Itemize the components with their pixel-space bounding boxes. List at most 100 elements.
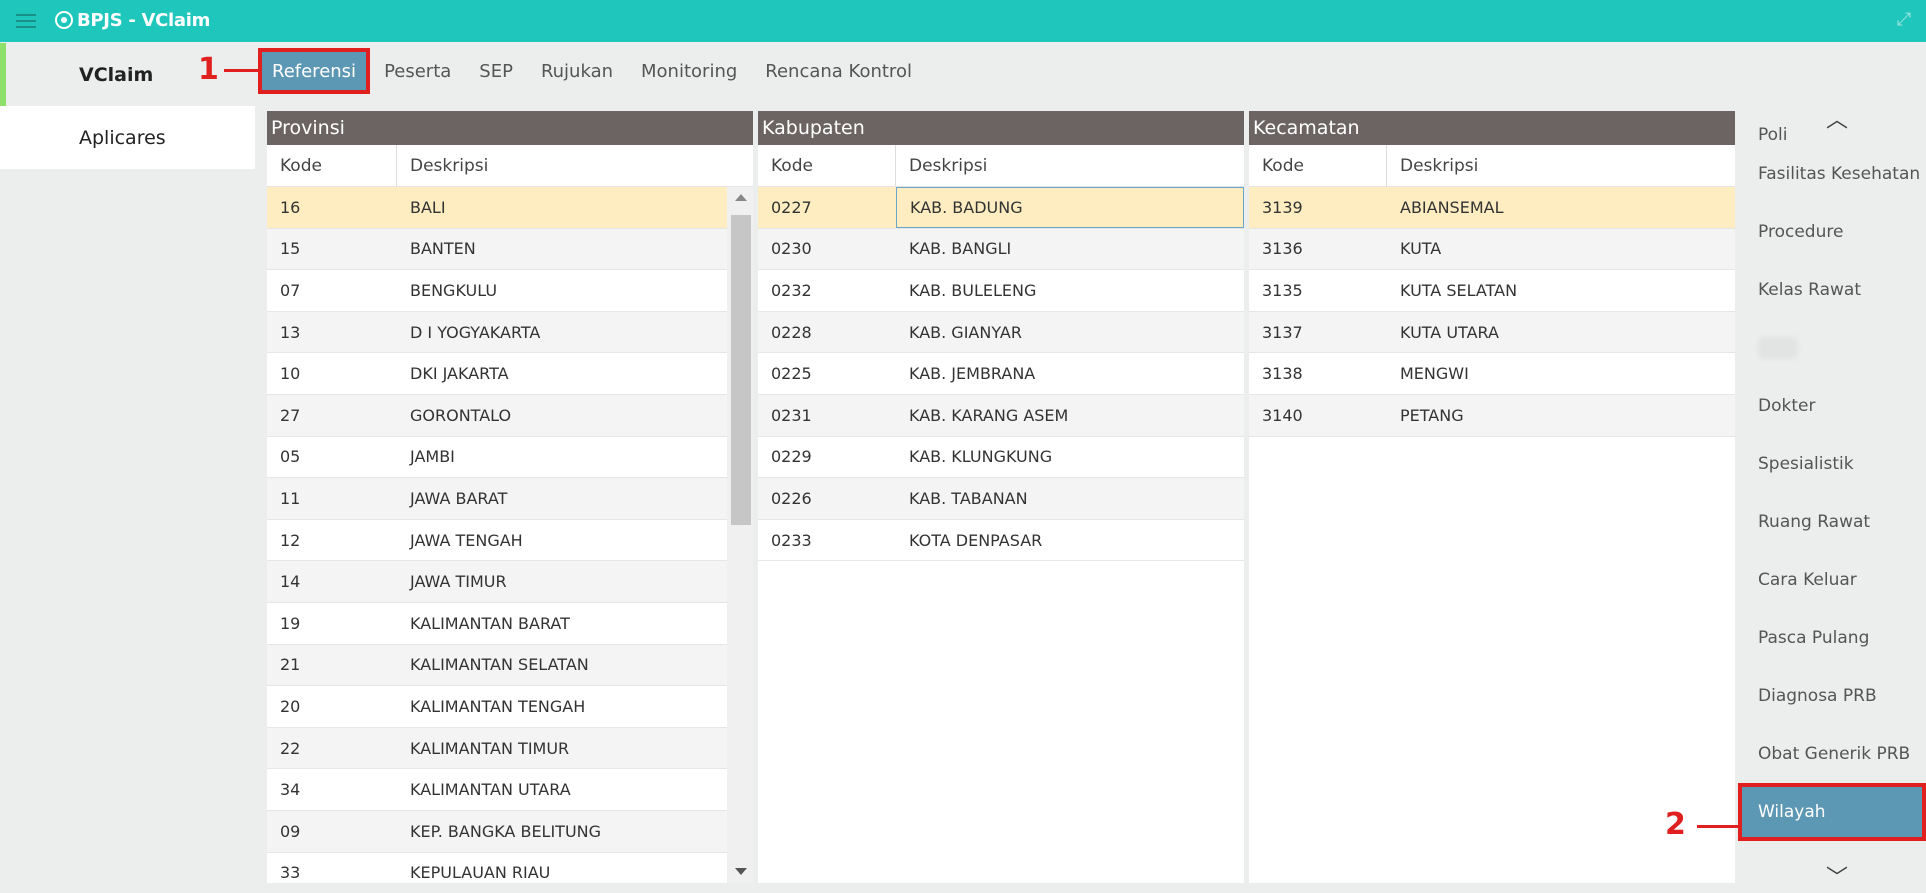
provinsi-list: 16 BALI 15 BANTEN 07 BENGKULU 13 D I YOGYAKARTA…	[267, 187, 753, 883]
cell-kode: 0233	[771, 530, 812, 550]
table-row[interactable]: 0230 KAB. BANGLI	[758, 228, 1244, 271]
app-title: BPJS - VClaim	[77, 10, 211, 31]
cell-kode: 3137	[1262, 322, 1303, 342]
table-row[interactable]: 3140 PETANG	[1249, 394, 1735, 437]
table-row[interactable]: 3137 KUTA UTARA	[1249, 311, 1735, 354]
cell-deskripsi: GORONTALO	[410, 405, 512, 425]
table-row[interactable]: 15 BANTEN	[267, 228, 727, 271]
menu-item-fasilitas-kesehatan[interactable]: Fasilitas Kesehatan	[1738, 145, 1926, 203]
table-row[interactable]: 0231 KAB. KARANG ASEM	[758, 394, 1244, 437]
table-row[interactable]: 3136 KUTA	[1249, 228, 1735, 271]
cell-kode: 0225	[771, 364, 812, 384]
table-row[interactable]: 0227 KAB. BADUNG	[758, 187, 1244, 229]
chevron-down-icon[interactable]: ﹀	[1826, 860, 1848, 892]
cell-deskripsi: KUTA UTARA	[1400, 322, 1499, 342]
table-row[interactable]: 3135 KUTA SELATAN	[1249, 270, 1735, 312]
table-row[interactable]: 21 KALIMANTAN SELATAN	[267, 644, 727, 687]
cell-deskripsi: ABIANSEMAL	[1400, 197, 1504, 217]
table-row[interactable]: 0229 KAB. KLUNGKUNG	[758, 437, 1244, 479]
menu-item-dokter[interactable]: Dokter	[1738, 377, 1926, 435]
table-row[interactable]: 09 KEP. BANGKA BELITUNG	[267, 810, 727, 853]
scrollbar-thumb[interactable]	[731, 215, 751, 525]
cell-deskripsi: KALIMANTAN SELATAN	[410, 655, 589, 675]
tab-referensi[interactable]: Referensi	[258, 48, 371, 94]
table-row[interactable]: 3138 MENGWI	[1249, 353, 1735, 395]
cell-deskripsi: KAB. TABANAN	[909, 488, 1028, 508]
table-row[interactable]: 34 KALIMANTAN UTARA	[267, 769, 727, 811]
kabupaten-list: 0227 KAB. BADUNG 0230 KAB. BANGLI 0232 KAB. B…	[758, 187, 1244, 883]
menu-item-spesialistik[interactable]: Spesialistik	[1738, 435, 1926, 493]
menu-item-poli[interactable]: Poli	[1738, 107, 1926, 145]
table-row[interactable]: 33 KEPULAUAN RIAU	[267, 853, 727, 884]
table-row[interactable]: 14 JAWA TIMUR	[267, 561, 727, 603]
cell-kode: 3138	[1262, 364, 1303, 384]
kecamatan-column-headers: Kode Deskripsi	[1249, 145, 1735, 187]
cell-deskripsi: PETANG	[1400, 405, 1464, 425]
column-deskripsi[interactable]: Deskripsi	[1387, 145, 1735, 186]
tab-sep[interactable]: SEP	[465, 48, 527, 94]
menu-item-wilayah[interactable]: Wilayah	[1738, 783, 1926, 841]
table-row[interactable]: 0232 KAB. BULELENG	[758, 270, 1244, 312]
provinsi-column-headers: Kode Deskripsi	[267, 145, 753, 187]
sidebar-item-aplicares[interactable]: Aplicares	[0, 106, 255, 169]
kecamatan-list: 3139 ABIANSEMAL 3136 KUTA 3135 KUTA SELATAN 31…	[1249, 187, 1735, 883]
menu-item-cara-keluar[interactable]: Cara Keluar	[1738, 551, 1926, 609]
cell-deskripsi: KALIMANTAN BARAT	[410, 613, 570, 633]
cell-kode: 12	[280, 530, 301, 550]
table-row[interactable]: 19 KALIMANTAN BARAT	[267, 603, 727, 645]
cell-kode: 13	[280, 322, 301, 342]
cell-deskripsi: KALIMANTAN TENGAH	[410, 696, 586, 716]
table-row[interactable]: 0228 KAB. GIANYAR	[758, 311, 1244, 354]
provinsi-scrollbar[interactable]	[727, 187, 753, 883]
table-row[interactable]: 0233 KOTA DENPASAR	[758, 520, 1244, 562]
column-kode[interactable]: Kode	[758, 145, 896, 186]
menu-item-procedure[interactable]: Procedure	[1738, 203, 1926, 261]
cell-deskripsi: KUTA	[1400, 239, 1442, 259]
column-kode[interactable]: Kode	[1249, 145, 1387, 186]
cell-kode: 20	[280, 696, 301, 716]
reference-menu: Poli Fasilitas Kesehatan Procedure Kelas Ra…	[1738, 97, 1926, 893]
expand-icon[interactable]: ⤢	[1894, 10, 1914, 30]
kabupaten-title: Kabupaten	[758, 111, 1244, 145]
table-row[interactable]: 13 D I YOGYAKARTA	[267, 311, 727, 354]
tab-rencana-kontrol[interactable]: Rencana Kontrol	[751, 48, 926, 94]
tab-peserta[interactable]: Peserta	[370, 48, 465, 94]
table-row[interactable]: 11 JAWA BARAT	[267, 478, 727, 520]
provinsi-panel: Provinsi Kode Deskripsi 16 BALI 15 BANTEN 07…	[267, 111, 753, 883]
table-row[interactable]: 0226 KAB. TABANAN	[758, 478, 1244, 520]
table-row[interactable]: 05 JAMBI	[267, 437, 727, 479]
column-kode[interactable]: Kode	[267, 145, 397, 186]
menu-item-diagnosa-prb[interactable]: Diagnosa PRB	[1738, 667, 1926, 725]
column-deskripsi[interactable]: Deskripsi	[397, 145, 727, 186]
tab-monitoring[interactable]: Monitoring	[627, 48, 751, 94]
table-row[interactable]: 16 BALI	[267, 187, 727, 229]
menu-item-ruang-rawat[interactable]: Ruang Rawat	[1738, 493, 1926, 551]
scroll-down-arrow-icon[interactable]	[735, 868, 747, 875]
table-row[interactable]: 10 DKI JAKARTA	[267, 353, 727, 395]
hamburger-menu-icon[interactable]	[16, 14, 36, 28]
cell-deskripsi: BANTEN	[410, 239, 476, 259]
table-row[interactable]: 07 BENGKULU	[267, 270, 727, 312]
table-row[interactable]: 20 KALIMANTAN TENGAH	[267, 686, 727, 728]
table-row[interactable]: 27 GORONTALO	[267, 394, 727, 437]
column-deskripsi[interactable]: Deskripsi	[896, 145, 1244, 186]
cell-kode: 0232	[771, 280, 812, 300]
cell-kode: 10	[280, 364, 301, 384]
kecamatan-title: Kecamatan	[1249, 111, 1735, 145]
cell-kode: 0226	[771, 488, 812, 508]
cell-deskripsi: KUTA SELATAN	[1400, 280, 1518, 300]
table-row[interactable]: 12 JAWA TENGAH	[267, 520, 727, 562]
menu-item-pasca-pulang[interactable]: Pasca Pulang	[1738, 609, 1926, 667]
cell-kode: 05	[280, 447, 301, 467]
kabupaten-panel: Kabupaten Kode Deskripsi 0227 KAB. BADUNG…	[758, 111, 1244, 883]
menu-item-kelas-rawat[interactable]: Kelas Rawat	[1738, 261, 1926, 319]
cell-kode: 07	[280, 280, 301, 300]
table-row[interactable]: 0225 KAB. JEMBRANA	[758, 353, 1244, 395]
menu-item-blurred[interactable]	[1738, 319, 1926, 377]
table-row[interactable]: 3139 ABIANSEMAL	[1249, 187, 1735, 229]
table-row[interactable]: 22 KALIMANTAN TIMUR	[267, 727, 727, 770]
scroll-up-arrow-icon[interactable]	[735, 194, 747, 201]
cell-kode: 3140	[1262, 405, 1303, 425]
tab-rujukan[interactable]: Rujukan	[527, 48, 627, 94]
menu-item-obat-generik-prb[interactable]: Obat Generik PRB	[1738, 725, 1926, 783]
